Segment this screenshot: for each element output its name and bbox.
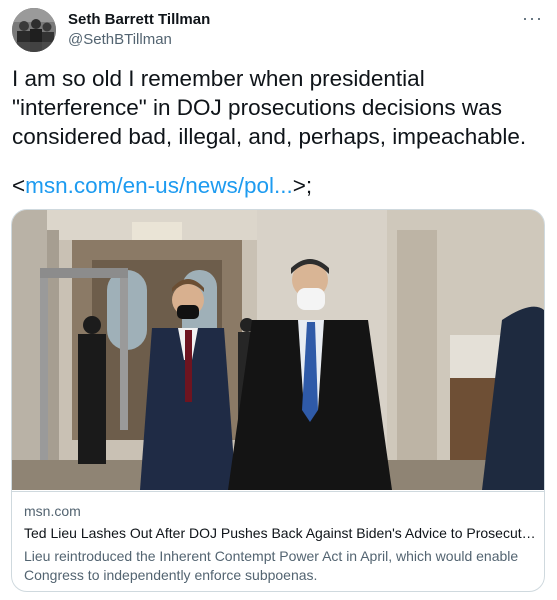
profile-photo-icon (12, 8, 56, 52)
card-title: Ted Lieu Lashes Out After DOJ Pushes Bac… (24, 525, 536, 541)
link-preview-card[interactable]: msn.com Ted Lieu Lashes Out After DOJ Pu… (11, 209, 545, 592)
tweet-text: I am so old I remember when presidential… (12, 64, 548, 151)
card-image[interactable] (12, 210, 544, 490)
author-display-name[interactable]: Seth Barrett Tillman (68, 11, 210, 28)
more-options-icon[interactable]: ··· (522, 8, 543, 29)
link-prefix: < (12, 173, 26, 198)
tweet: Seth Barrett Tillman @SethBTillman ··· I… (0, 0, 557, 600)
tweet-link[interactable]: msn.com/en-us/news/pol... (25, 173, 293, 198)
tweet-link-line: <msn.com/en-us/news/pol...>; (12, 171, 312, 200)
card-domain: msn.com (24, 503, 81, 519)
tweet-text-body: I am so old I remember when presidential… (12, 66, 527, 149)
card-description: Lieu reintroduced the Inherent Contempt … (24, 548, 519, 583)
author-handle[interactable]: @SethBTillman (68, 31, 172, 48)
card-info[interactable]: msn.com Ted Lieu Lashes Out After DOJ Pu… (12, 491, 544, 583)
link-suffix: >; (292, 173, 313, 198)
author-avatar[interactable] (12, 8, 56, 52)
card-photo-image (12, 210, 544, 490)
